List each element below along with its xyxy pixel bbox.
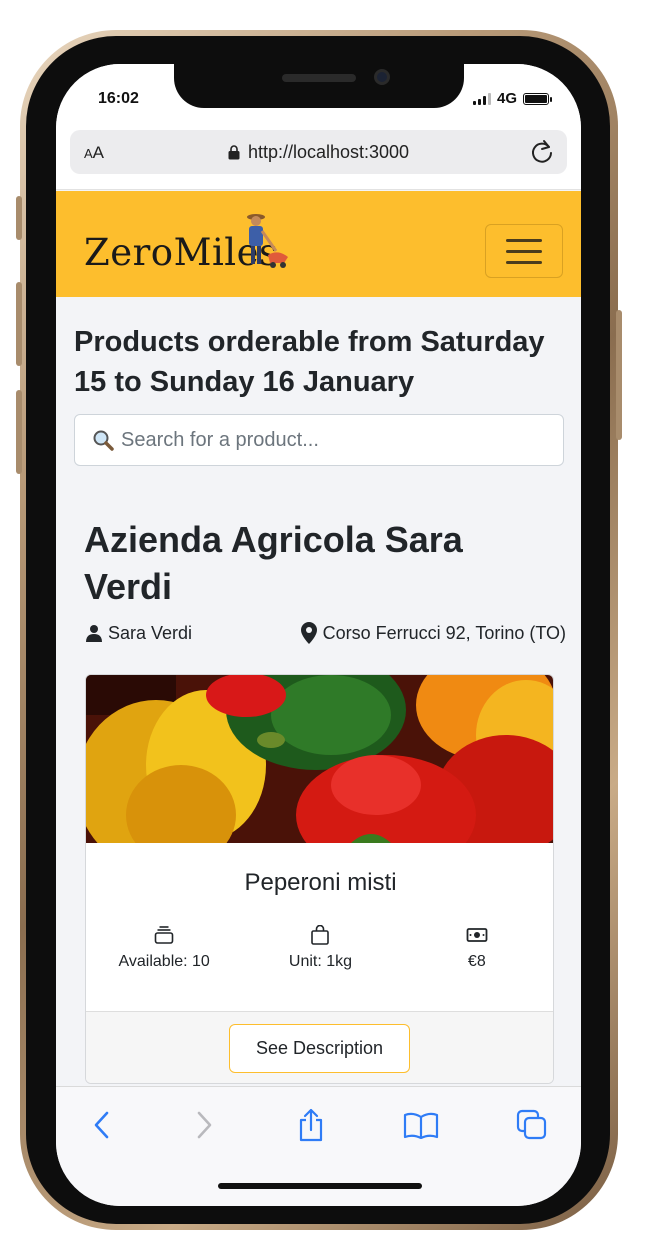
search-box[interactable]	[74, 414, 564, 466]
stat-unit: Unit: 1kg	[242, 925, 398, 971]
url-display[interactable]: http://localhost:3000	[70, 142, 567, 163]
menu-icon-bar	[506, 249, 542, 253]
volume-up-button	[16, 282, 22, 366]
farm-meta: Sara Verdi Corso Ferrucci 92, Torino (TO…	[86, 622, 566, 644]
card-footer: See Description	[86, 1011, 553, 1083]
price-text: €8	[467, 953, 486, 970]
browser-toolbar	[56, 1086, 581, 1206]
bag-icon	[311, 925, 330, 945]
address-bar[interactable]: AA http://localhost:3000	[70, 130, 567, 174]
back-button[interactable]	[82, 1105, 122, 1145]
power-button	[616, 310, 622, 440]
bookmarks-icon	[403, 1112, 439, 1139]
product-name: Peperoni misti	[244, 869, 397, 896]
home-indicator[interactable]	[218, 1183, 422, 1189]
forward-button[interactable]	[184, 1105, 224, 1145]
owner-name: Sara Verdi	[108, 622, 193, 643]
speaker	[282, 74, 356, 82]
cash-icon	[466, 928, 488, 942]
person-icon	[86, 625, 102, 642]
available-text: Available: 10	[118, 953, 210, 970]
status-indicators: 4G	[472, 90, 552, 107]
share-button[interactable]	[291, 1105, 331, 1145]
farm-name: Azienda Agricola Sara Verdi	[84, 519, 463, 607]
location-pin-icon	[300, 622, 317, 644]
farmer-logo-icon	[247, 214, 288, 268]
farm-owner: Sara Verdi	[86, 622, 192, 644]
page-title: Products orderable from Saturday 15 to S…	[74, 326, 545, 398]
stat-price: €8	[399, 925, 553, 971]
search-icon	[93, 430, 114, 451]
menu-icon-bar	[506, 260, 542, 264]
tabs-button[interactable]	[512, 1105, 552, 1145]
address-text: Corso Ferrucci 92, Torino (TO)	[322, 622, 566, 643]
menu-toggle-button[interactable]	[485, 224, 563, 278]
reload-icon[interactable]	[529, 139, 555, 165]
see-description-button[interactable]: See Description	[229, 1024, 410, 1073]
back-icon	[94, 1111, 109, 1139]
camera	[374, 69, 390, 85]
battery-icon	[523, 92, 552, 105]
url-text: http://localhost:3000	[247, 142, 410, 162]
menu-icon-bar	[506, 238, 542, 242]
navbar: ZeroMiles	[56, 191, 581, 297]
lock-icon	[228, 145, 240, 160]
unit-text: Unit: 1kg	[288, 953, 353, 970]
mute-switch	[16, 196, 22, 240]
share-icon	[299, 1108, 323, 1142]
tabs-icon	[516, 1109, 547, 1140]
signal-icon	[472, 92, 491, 105]
browser-address-area: AA http://localhost:3000	[56, 124, 581, 190]
farm-address: Corso Ferrucci 92, Torino (TO)	[300, 622, 566, 644]
notch	[174, 64, 464, 108]
forward-icon	[197, 1111, 212, 1139]
bookmarks-button[interactable]	[401, 1105, 441, 1145]
screen: 16:02 4G AA http://localhost:3000 ZeroMi…	[56, 64, 581, 1206]
product-card: Peperoni misti Available: 10 Unit: 1kg €…	[85, 674, 554, 1084]
volume-down-button	[16, 390, 22, 474]
search-input[interactable]	[121, 428, 541, 452]
product-image	[86, 675, 553, 843]
product-stats: Available: 10 Unit: 1kg €8	[86, 925, 553, 971]
status-time: 16:02	[98, 90, 139, 107]
network-type: 4G	[496, 90, 517, 107]
stack-icon	[154, 926, 174, 944]
stat-available: Available: 10	[86, 925, 242, 971]
